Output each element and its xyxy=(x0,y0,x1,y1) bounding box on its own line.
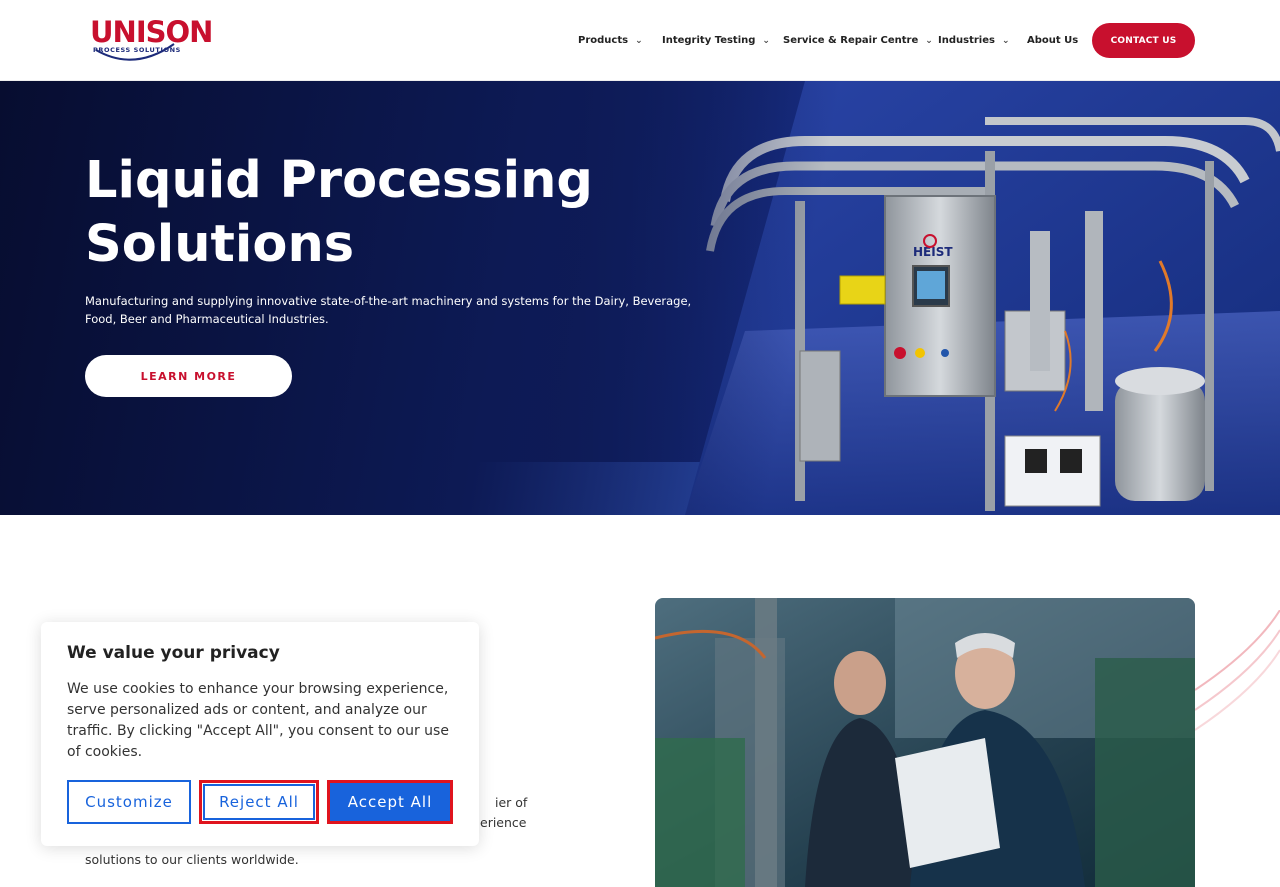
unison-logo[interactable]: UNISON PROCESS SOLUTIONS xyxy=(90,13,213,69)
nav-integrity-testing[interactable]: Integrity Testing ⌄ xyxy=(662,35,770,46)
hero-title-line-1: Liquid Processing xyxy=(85,151,593,210)
team-photo xyxy=(655,598,1195,887)
learn-more-button[interactable]: LEARN MORE xyxy=(85,355,292,397)
chevron-down-icon: ⌄ xyxy=(762,36,770,46)
chevron-down-icon: ⌄ xyxy=(925,36,933,46)
customize-button[interactable]: Customize xyxy=(67,780,191,824)
chevron-down-icon: ⌄ xyxy=(635,36,643,46)
chevron-down-icon: ⌄ xyxy=(1001,36,1010,46)
nav-industries[interactable]: Industries ⌄ xyxy=(938,35,1010,46)
contact-us-button[interactable]: CONTACT US xyxy=(1092,23,1195,58)
logo-tagline: PROCESS SOLUTIONS xyxy=(93,46,181,54)
nav-integrity-testing-label: Integrity Testing xyxy=(662,35,756,46)
site-header: UNISON PROCESS SOLUTIONS Products ⌄ Integ… xyxy=(0,0,1280,81)
hero-bottom-band xyxy=(0,462,700,515)
nav-about-us-label: About Us xyxy=(1027,35,1079,46)
page: UNISON PROCESS SOLUTIONS Products ⌄ Integ… xyxy=(0,0,1280,887)
nav-service-repair[interactable]: Service & Repair Centre ⌄ xyxy=(783,35,933,46)
cookie-consent-banner: We value your privacy We use cookies to … xyxy=(41,622,479,846)
about-text-last-line: solutions to our clients worldwide. xyxy=(85,852,299,867)
hero-title-line-2: Solutions xyxy=(85,215,355,274)
decorative-swoosh-icon xyxy=(1195,610,1280,731)
hero-section: HEIST Liquid Processing Solutions Manufa… xyxy=(0,81,1280,515)
hero-subtitle: Manufacturing and supplying innovative s… xyxy=(85,294,692,326)
reject-all-button[interactable]: Reject All xyxy=(199,780,319,824)
accept-all-button[interactable]: Accept All xyxy=(327,780,453,824)
cookie-title: We value your privacy xyxy=(67,643,280,663)
nav-products-label: Products xyxy=(578,35,629,46)
cookie-description: We use cookies to enhance your browsing … xyxy=(67,681,449,760)
nav-about-us[interactable]: About Us xyxy=(1027,35,1078,46)
nav-service-repair-label: Service & Repair Centre xyxy=(783,35,919,46)
hero-machine-image: HEIST xyxy=(685,81,1280,515)
hero-title: Liquid Processing Solutions xyxy=(85,149,685,277)
reject-all-label: Reject All xyxy=(219,793,299,811)
nav-industries-label: Industries xyxy=(938,35,995,46)
nav-products[interactable]: Products ⌄ xyxy=(578,35,643,46)
